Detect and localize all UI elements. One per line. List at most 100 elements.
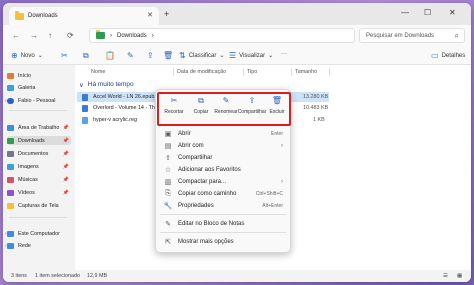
menu-item-open[interactable]: ▣ Abrir Enter bbox=[156, 128, 290, 139]
sidebar-item-desktop[interactable]: Área de Trabalho 📌 bbox=[7, 123, 71, 132]
menu-item-label: Adicionar aos Favoritos bbox=[178, 166, 241, 173]
more-options-button[interactable]: ··· bbox=[281, 51, 287, 57]
search-input[interactable]: Pesquisar em Downloads ⌕ bbox=[359, 28, 465, 43]
share-action[interactable]: ⇪ Compartilhar bbox=[237, 97, 267, 116]
file-name: hyper-v acrylic.reg bbox=[93, 117, 138, 123]
chevron-down-icon: ⌄ bbox=[37, 53, 43, 59]
open-icon: ▣ bbox=[164, 130, 172, 138]
open-with-icon: ▤ bbox=[164, 142, 172, 150]
menu-item-properties[interactable]: 🔧 Propriedades Alt+Enter bbox=[156, 200, 290, 211]
rename-action[interactable]: ✎ Renomear bbox=[214, 97, 238, 116]
sidebar-item-pictures[interactable]: Imagens 📌 bbox=[7, 162, 71, 171]
copy-action-label: Copiar bbox=[193, 109, 209, 115]
notepad-icon: ✎ bbox=[165, 220, 171, 228]
sidebar-item-this-pc[interactable]: › Este Computador bbox=[5, 229, 71, 238]
column-separator[interactable] bbox=[173, 68, 174, 76]
back-button[interactable]: ← bbox=[12, 31, 20, 40]
column-header-size[interactable]: Tamanho bbox=[295, 69, 317, 75]
cloud-icon bbox=[7, 97, 14, 104]
pin-icon: 📌 bbox=[62, 189, 69, 196]
delete-action[interactable]: 🗑 Excluir bbox=[265, 97, 289, 116]
new-tab-button[interactable]: + bbox=[164, 9, 169, 19]
gallery-icon bbox=[7, 84, 14, 91]
sidebar-item-label: Capturas de Tela bbox=[18, 202, 59, 209]
column-separator[interactable] bbox=[291, 68, 292, 76]
menu-item-edit-notepad[interactable]: ✎ Editar no Bloco de Notas bbox=[156, 218, 290, 229]
column-header-date[interactable]: Data de modificação bbox=[177, 69, 226, 75]
sidebar-item-documents[interactable]: Documentos 📌 bbox=[7, 149, 71, 158]
menu-item-add-favorites[interactable]: ☆ Adicionar aos Favoritos bbox=[156, 164, 290, 175]
paste-button[interactable]: 📋 bbox=[105, 51, 115, 60]
tab-title: Downloads bbox=[28, 13, 58, 19]
rename-button[interactable]: ✎ bbox=[127, 51, 134, 60]
up-button[interactable]: ↑ bbox=[48, 31, 52, 40]
paste-icon: 📋 bbox=[105, 51, 115, 60]
menu-item-compress[interactable]: ▥ Compactar para... › bbox=[156, 176, 290, 187]
delete-button[interactable]: 🗑 bbox=[163, 51, 173, 60]
cut-action[interactable]: ✂ Recortar bbox=[162, 97, 186, 116]
tab-downloads[interactable]: Downloads ✕ bbox=[9, 7, 159, 25]
breadcrumb-downloads[interactable]: Downloads bbox=[117, 33, 147, 39]
share-button[interactable]: ⇪ bbox=[147, 51, 154, 60]
copy-path-icon: ⎘ bbox=[165, 189, 171, 197]
address-field[interactable]: › Downloads › bbox=[89, 28, 355, 43]
copy-icon: ⧉ bbox=[198, 96, 204, 105]
sidebar-item-galeria[interactable]: Galeria bbox=[7, 83, 71, 92]
videos-icon bbox=[7, 189, 14, 196]
sort-button[interactable]: ⇅ Classificar ⌄ bbox=[179, 51, 224, 60]
copy-button[interactable]: ⧉ bbox=[83, 51, 89, 61]
close-window-button[interactable]: ✕ bbox=[449, 8, 456, 17]
chevron-right-icon[interactable]: › bbox=[5, 243, 7, 249]
menu-item-label: Compartilhar bbox=[178, 154, 213, 161]
pin-icon: 📌 bbox=[62, 137, 69, 144]
group-label: Há muito tempo bbox=[87, 81, 134, 88]
menu-item-show-more[interactable]: ⇱ Mostrar mais opções bbox=[156, 236, 290, 247]
column-header-type[interactable]: Tipo bbox=[247, 69, 257, 75]
menu-item-label: Mostrar mais opções bbox=[178, 238, 234, 245]
sidebar-item-videos[interactable]: Vídeos 📌 bbox=[7, 188, 71, 197]
details-button[interactable]: ▭ Detalhes bbox=[431, 51, 465, 60]
navigation-pane: Início Galeria › Fabio - Pessoal Área de… bbox=[3, 65, 73, 270]
cut-button[interactable]: ✂ bbox=[61, 51, 68, 60]
menu-item-share[interactable]: ⇪ Compartilhar bbox=[156, 152, 290, 163]
refresh-button[interactable]: ⟳ bbox=[67, 31, 74, 40]
menu-item-label: Abrir com bbox=[178, 142, 204, 149]
details-icon: ▭ bbox=[431, 51, 439, 60]
sidebar-item-label: Rede bbox=[18, 242, 31, 249]
more-options-icon: ⇱ bbox=[165, 238, 171, 246]
details-view-icon[interactable]: ☰ bbox=[443, 273, 448, 279]
cut-icon: ✂ bbox=[61, 51, 68, 60]
minimize-button[interactable]: — bbox=[401, 8, 409, 17]
view-button[interactable]: ☰ Visualizar ⌄ bbox=[229, 51, 273, 60]
search-placeholder: Pesquisar em Downloads bbox=[366, 32, 435, 39]
file-size: 10.483 KB bbox=[303, 105, 329, 111]
tiles-view-icon[interactable]: ▦ bbox=[457, 273, 462, 279]
sidebar-item-screenshots[interactable]: Capturas de Tela bbox=[7, 201, 71, 210]
column-header-name[interactable]: Nome bbox=[91, 69, 105, 75]
pin-icon: 📌 bbox=[62, 150, 69, 157]
share-action-label: Compartilhar bbox=[237, 109, 267, 115]
sidebar-item-music[interactable]: Músicas 📌 bbox=[7, 175, 71, 184]
menu-item-label: Copiar como caminho bbox=[178, 190, 237, 197]
group-header[interactable]: ∨ Há muito tempo bbox=[79, 81, 134, 89]
column-separator[interactable] bbox=[329, 68, 330, 76]
chevron-right-icon[interactable]: › bbox=[5, 231, 7, 237]
menu-item-open-with[interactable]: ▤ Abrir com › bbox=[156, 140, 290, 151]
delete-icon: 🗑 bbox=[163, 51, 174, 60]
maximize-button[interactable]: ☐ bbox=[424, 8, 431, 17]
menu-item-copy-path[interactable]: ⎘ Copiar como caminho Ctrl+Shift+C bbox=[156, 188, 290, 199]
column-separator[interactable] bbox=[243, 68, 244, 76]
sidebar-item-inicio[interactable]: Início bbox=[7, 71, 71, 80]
sidebar-item-label: Início bbox=[18, 72, 31, 79]
sidebar-item-network[interactable]: › Rede bbox=[5, 241, 71, 250]
address-bar-row: ← → ↑ ⟳ › Downloads › Pesquisar em Downl… bbox=[3, 25, 471, 47]
new-button[interactable]: ⊕ Novo ⌄ bbox=[11, 51, 43, 60]
chevron-right-icon[interactable]: › bbox=[5, 98, 7, 104]
tab-close-icon[interactable]: ✕ bbox=[147, 11, 153, 19]
download-icon bbox=[7, 137, 14, 144]
sidebar-item-downloads[interactable]: Downloads 📌 bbox=[7, 136, 71, 145]
forward-button[interactable]: → bbox=[30, 31, 38, 40]
path-separator: › bbox=[110, 32, 112, 39]
copy-action[interactable]: ⧉ Copiar bbox=[189, 96, 213, 116]
sidebar-item-onedrive[interactable]: › Fabio - Pessoal bbox=[5, 96, 71, 105]
